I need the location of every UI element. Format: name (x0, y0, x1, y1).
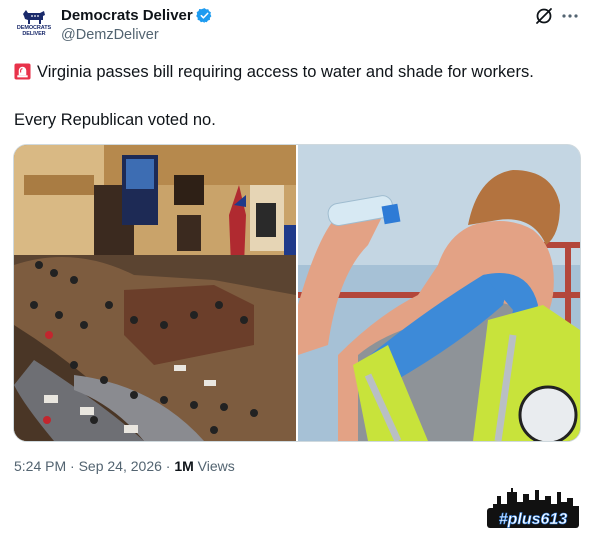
avatar-text-line2: DELIVER (22, 30, 46, 37)
name-row: Democrats Deliver (61, 7, 213, 24)
tweet-text-line1: Virginia passes bill requiring access to… (14, 62, 534, 82)
tweet-time[interactable]: 5:24 PM (14, 458, 66, 474)
handle[interactable]: @DemzDeliver (61, 27, 159, 43)
verified-badge-icon[interactable] (195, 7, 213, 24)
worker-illustration (298, 145, 580, 441)
meta-separator: · (66, 458, 79, 474)
avatar[interactable]: DEMOCRATS DELIVER (14, 8, 54, 48)
watermark-text: #plus613 (499, 511, 568, 528)
tweet-text-line1-content: Virginia passes bill requiring access to… (37, 63, 534, 81)
grok-button[interactable] (534, 6, 554, 26)
legislative-chamber-photo[interactable] (14, 145, 296, 441)
more-button[interactable] (560, 6, 580, 26)
tweet-meta: 5:24 PM · Sep 24, 2026 · 1M Views (14, 458, 235, 474)
more-icon (562, 14, 578, 18)
donkey-logo-icon (23, 10, 45, 24)
tweet-date[interactable]: Sep 24, 2026 (79, 458, 162, 474)
worker-drinking-water-photo[interactable] (298, 145, 580, 441)
tweet-text-line2: Every Republican voted no. (14, 111, 216, 129)
plus613-watermark: #plus613 (485, 486, 581, 530)
media-grid[interactable] (13, 144, 581, 442)
chamber-illustration (14, 145, 296, 441)
views-label: Views (193, 458, 235, 474)
rotating-light-icon (14, 63, 31, 80)
watermark-logo: #plus613 (487, 488, 579, 528)
meta-separator: · (161, 458, 175, 474)
grok-icon (536, 8, 552, 24)
views-count[interactable]: 1M (174, 458, 193, 474)
display-name[interactable]: Democrats Deliver (61, 7, 193, 24)
